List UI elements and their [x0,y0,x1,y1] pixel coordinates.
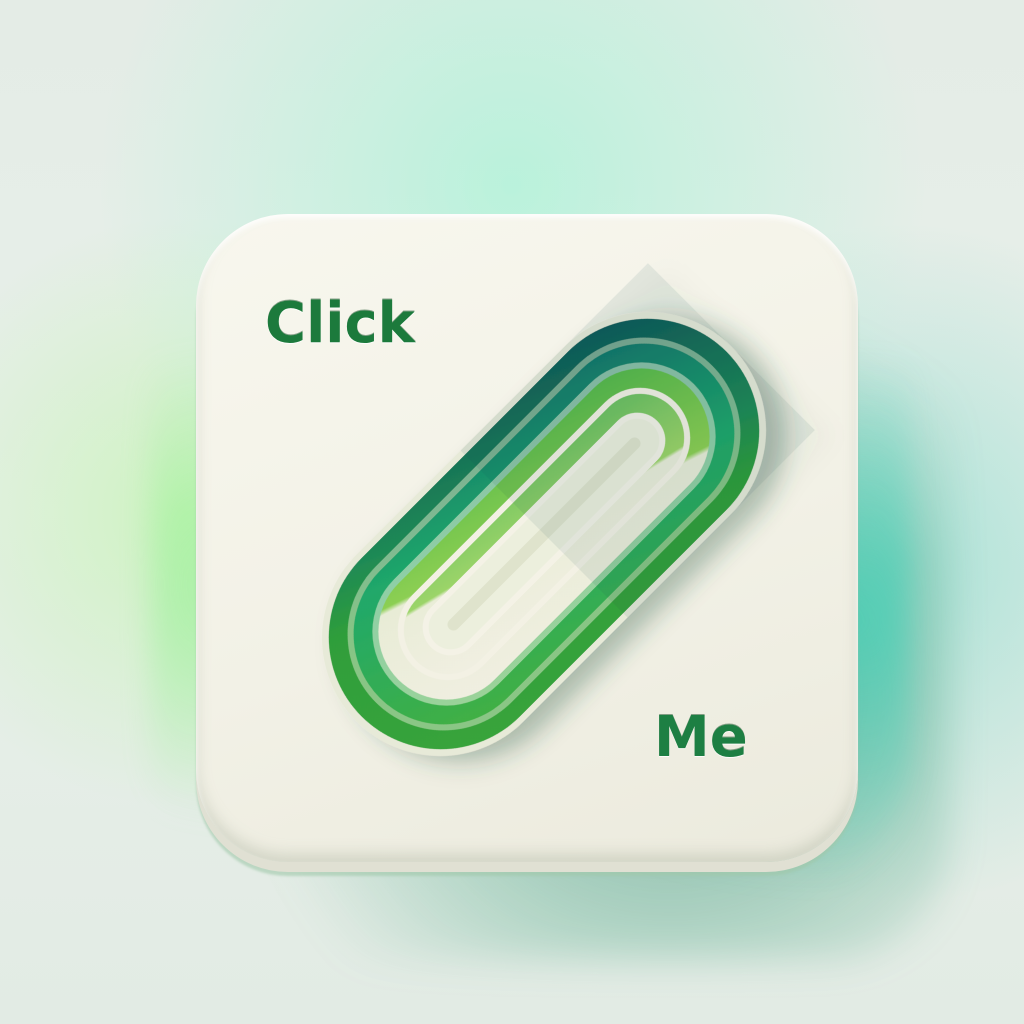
paperclip-icon [322,263,815,756]
button-label-me: Me [654,705,748,770]
app-icon-stage: Click Me [0,0,1024,1024]
click-me-button[interactable]: Click Me [196,214,858,862]
